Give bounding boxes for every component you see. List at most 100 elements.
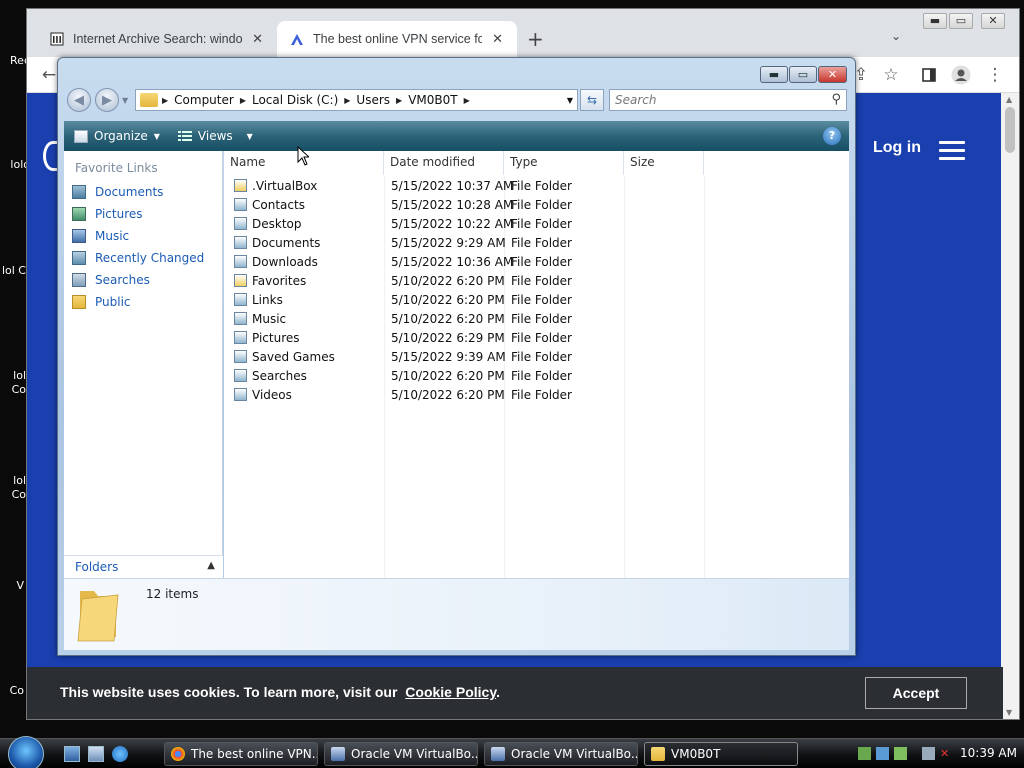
tray-network-icon-2[interactable] [876, 747, 889, 760]
start-button[interactable] [8, 736, 44, 768]
taskbar: The best online VPN... Oracle VM VirtualB… [0, 736, 1024, 768]
tab-vpn[interactable]: The best online VPN service for s ✕ [277, 21, 517, 57]
help-icon[interactable]: ? [823, 127, 841, 145]
close-button[interactable]: ✕ [818, 66, 847, 83]
file-row[interactable]: Videos 5/10/2022 6:20 PM File Folder [224, 386, 849, 405]
accept-button[interactable]: Accept [865, 677, 967, 709]
file-date: 5/15/2022 10:37 AM [391, 179, 514, 193]
desktop-icon-6[interactable]: Co [0, 684, 24, 698]
file-list: Name Date modified Type Size .VirtualBox… [224, 151, 849, 578]
file-row[interactable]: Contacts 5/15/2022 10:28 AM File Folder [224, 196, 849, 215]
close-icon[interactable]: ✕ [981, 13, 1005, 29]
taskbar-button[interactable]: Oracle VM VirtualBo... [484, 742, 638, 766]
search-input[interactable]: Search ⚲ [609, 89, 847, 111]
nav-link-pictures[interactable]: Pictures [72, 207, 143, 221]
folder-icon [140, 93, 158, 107]
virtualbox-icon [491, 747, 505, 761]
back-button[interactable]: ◀ [67, 88, 91, 112]
tray-vm-icon[interactable] [894, 747, 907, 760]
views-button[interactable]: Views ▼ [177, 129, 253, 143]
internet-explorer-icon[interactable] [112, 746, 128, 762]
public-folder-icon [72, 295, 86, 309]
music-icon [72, 229, 86, 243]
login-link[interactable]: Log in [873, 139, 921, 157]
clock[interactable]: 10:39 AM [960, 746, 1017, 760]
desktop-icon-4[interactable]: lol Co [0, 474, 26, 502]
tray-volume-muted-icon[interactable]: ✕ [940, 747, 953, 760]
desktop-icon-5[interactable]: V [0, 579, 24, 593]
hamburger-menu-icon[interactable] [939, 141, 965, 161]
minimize-button[interactable]: ▬ [760, 66, 788, 83]
breadcrumb-computer[interactable]: Computer [168, 93, 240, 107]
nav-link-music[interactable]: Music [72, 229, 129, 243]
scroll-up-icon[interactable]: ▲ [1006, 95, 1012, 104]
nav-link-label: Documents [95, 185, 164, 199]
cookie-policy-link[interactable]: Cookie Policy [405, 684, 496, 700]
file-type: File Folder [511, 198, 572, 212]
address-dropdown-icon[interactable]: ▼ [563, 96, 577, 105]
tray-display-icon[interactable] [922, 747, 935, 760]
chevron-up-icon[interactable]: ▲ [207, 560, 215, 571]
sidepanel-icon[interactable] [917, 63, 941, 87]
file-row[interactable]: Music 5/10/2022 6:20 PM File Folder [224, 310, 849, 329]
file-row[interactable]: Pictures 5/10/2022 6:29 PM File Folder [224, 329, 849, 348]
desktop-icon-3[interactable]: lol Co [0, 369, 26, 397]
folders-toggle[interactable]: Folders ▲ [64, 555, 223, 578]
recent-pages-icon[interactable]: ▼ [122, 96, 128, 105]
file-date: 5/10/2022 6:20 PM [391, 312, 505, 326]
breadcrumb-arrow-icon[interactable]: ▶ [464, 96, 470, 105]
taskbar-button[interactable]: The best online VPN... [164, 742, 318, 766]
scrollbar-thumb[interactable] [1005, 107, 1015, 153]
tray-network-icon[interactable] [858, 747, 871, 760]
file-name: Contacts [252, 198, 305, 212]
show-desktop-icon[interactable] [64, 746, 80, 762]
breadcrumb-users[interactable]: Users [350, 93, 396, 107]
breadcrumb[interactable]: ▶ Computer ▶ Local Disk (C:) ▶ Users ▶ V… [135, 89, 578, 111]
file-row[interactable]: Links 5/10/2022 6:20 PM File Folder [224, 291, 849, 310]
maximize-icon[interactable]: ▭ [949, 13, 973, 29]
nav-link-searches[interactable]: Searches [72, 273, 150, 287]
tab-search-icon[interactable]: ⌄ [891, 29, 901, 43]
file-row[interactable]: Documents 5/15/2022 9:29 AM File Folder [224, 234, 849, 253]
breadcrumb-local-disk[interactable]: Local Disk (C:) [246, 93, 344, 107]
bookmark-star-icon[interactable]: ☆ [879, 63, 903, 87]
new-tab-icon[interactable]: + [527, 27, 544, 51]
tab-internet-archive[interactable]: Internet Archive Search: windows ✕ [37, 21, 277, 57]
desktop-icon-2[interactable]: lol C [0, 264, 26, 278]
taskbar-button[interactable]: VM0B0T [644, 742, 798, 766]
file-row[interactable]: Searches 5/10/2022 6:20 PM File Folder [224, 367, 849, 386]
close-tab-icon[interactable]: ✕ [252, 31, 263, 47]
organize-icon [74, 129, 88, 143]
file-name: Pictures [252, 331, 300, 345]
file-row[interactable]: Downloads 5/15/2022 10:36 AM File Folder [224, 253, 849, 272]
details-pane: 12 items [64, 578, 849, 650]
scrollbar[interactable]: ▲ ▼ [1001, 93, 1019, 719]
file-row[interactable]: .VirtualBox 5/15/2022 10:37 AM File Folder [224, 177, 849, 196]
column-type[interactable]: Type [504, 151, 624, 175]
column-date-modified[interactable]: Date modified [384, 151, 504, 175]
minimize-icon[interactable]: ▬ [923, 13, 947, 29]
file-type: File Folder [511, 331, 572, 345]
file-date: 5/10/2022 6:20 PM [391, 388, 505, 402]
maximize-button[interactable]: ▭ [789, 66, 817, 83]
file-row[interactable]: Saved Games 5/15/2022 9:39 AM File Folder [224, 348, 849, 367]
searches-icon [72, 273, 86, 287]
nav-link-documents[interactable]: Documents [72, 185, 163, 199]
nav-link-public[interactable]: Public [72, 295, 131, 309]
taskbar-button[interactable]: Oracle VM VirtualBo... [324, 742, 478, 766]
nav-link-label: Searches [95, 273, 150, 287]
switch-windows-icon[interactable] [88, 746, 104, 762]
refresh-icon[interactable]: ⇆ [580, 89, 604, 111]
forward-button[interactable]: ▶ [95, 88, 119, 112]
organize-button[interactable]: Organize ▼ [74, 129, 160, 143]
breadcrumb-vm0b0t[interactable]: VM0B0T [402, 93, 463, 107]
column-size[interactable]: Size [624, 151, 704, 175]
close-tab-icon[interactable]: ✕ [492, 31, 503, 47]
file-row[interactable]: Desktop 5/15/2022 10:22 AM File Folder [224, 215, 849, 234]
profile-icon[interactable] [949, 63, 973, 87]
file-row[interactable]: Favorites 5/10/2022 6:20 PM File Folder [224, 272, 849, 291]
nav-link-recently-changed[interactable]: Recently Changed [72, 251, 204, 265]
menu-icon[interactable]: ⋮ [983, 63, 1007, 87]
search-icon[interactable]: ⚲ [831, 92, 841, 107]
scroll-down-icon[interactable]: ▼ [1006, 708, 1012, 717]
